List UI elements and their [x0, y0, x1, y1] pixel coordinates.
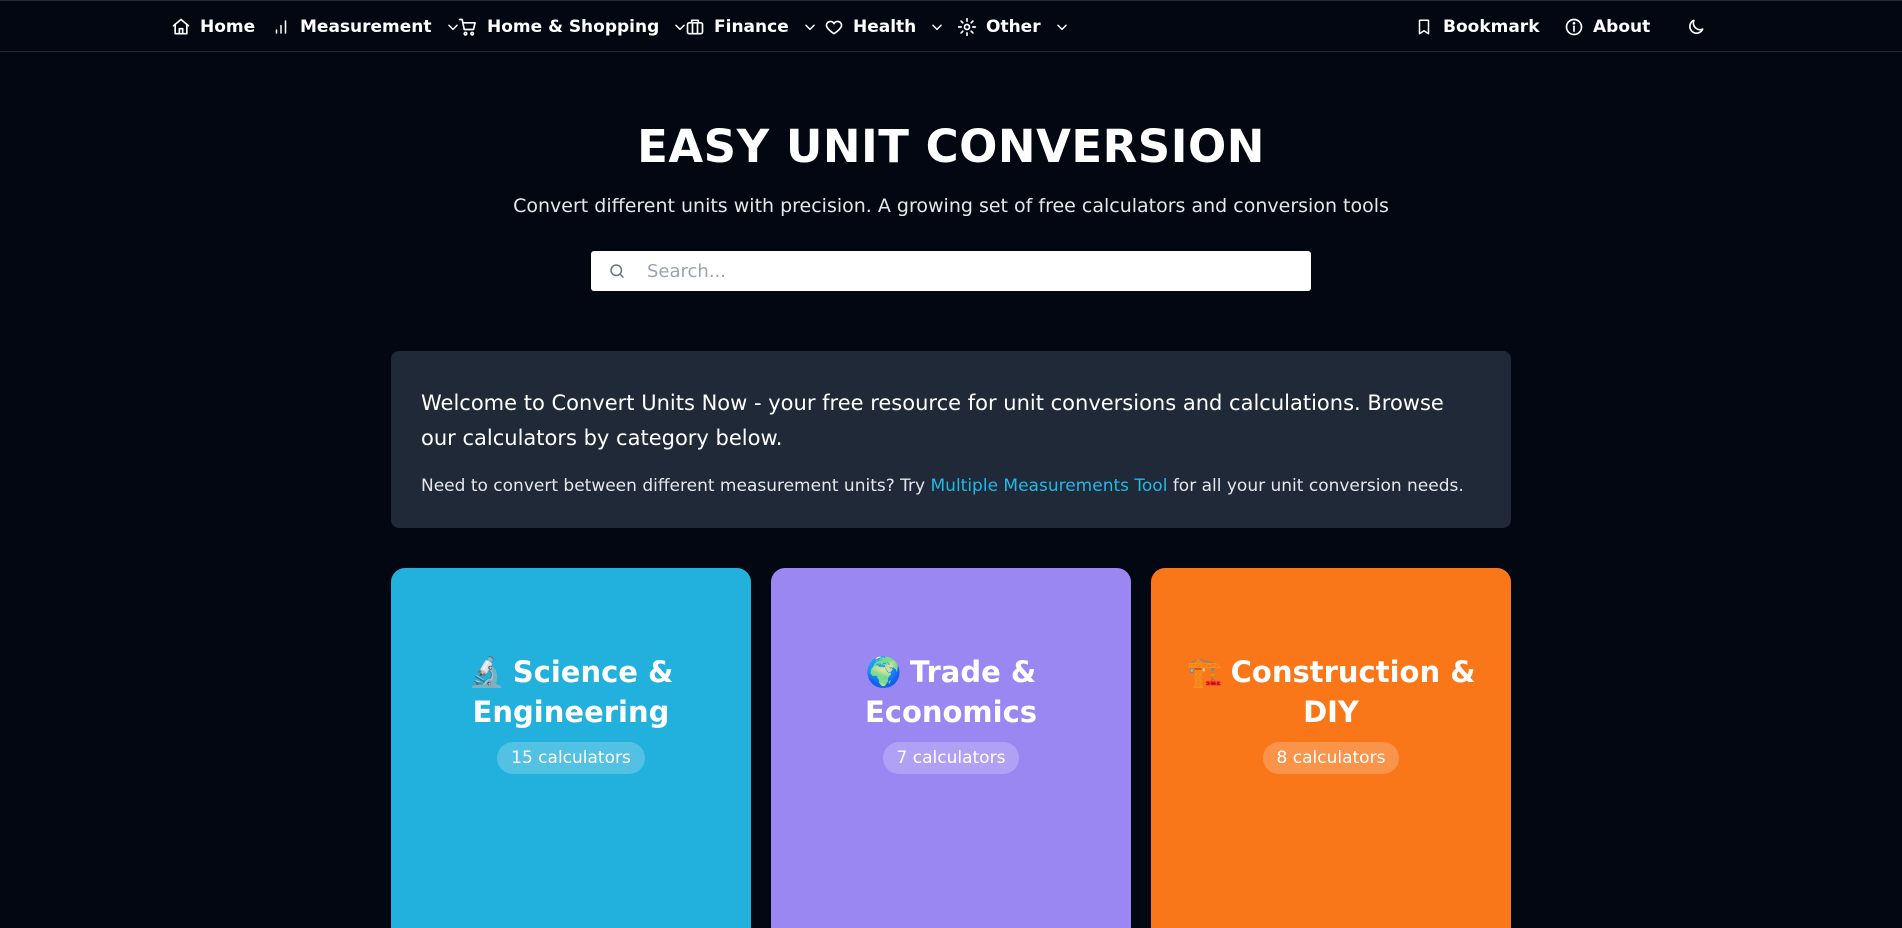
calculator-count-badge: 8 calculators — [1262, 742, 1400, 774]
calculator-count-badge: 15 calculators — [497, 742, 645, 774]
category-title: 🔬 Science & Engineering — [391, 652, 751, 732]
category-card-trade-economics[interactable]: 🌍 Trade & Economics 7 calculators — [771, 568, 1131, 928]
category-title-text: Construction & DIY — [1230, 655, 1476, 729]
top-navigation: Home Measurement Home & Shopping Finance — [0, 0, 1902, 52]
nav-health[interactable]: Health — [823, 1, 944, 53]
home-icon — [170, 16, 192, 38]
moon-icon — [1685, 16, 1707, 38]
category-card-construction-diy[interactable]: 🏗️ Construction & DIY 8 calculators — [1151, 568, 1511, 928]
nav-health-label: Health — [853, 17, 917, 37]
construction-icon: 🏗️ — [1186, 655, 1223, 689]
heart-icon — [823, 16, 845, 38]
nav-other-label: Other — [986, 17, 1041, 37]
nav-home-shopping[interactable]: Home & Shopping — [457, 1, 687, 53]
search-input[interactable] — [645, 251, 1311, 291]
category-card-science-engineering[interactable]: 🔬 Science & Engineering 15 calculators — [391, 568, 751, 928]
globe-icon: 🌍 — [865, 655, 902, 689]
nav-measurement-label: Measurement — [300, 17, 432, 37]
page-title: EASY UNIT CONVERSION — [637, 120, 1265, 173]
nav-bookmark-label: Bookmark — [1443, 17, 1540, 37]
welcome-note-suffix: for all your unit conversion needs. — [1167, 476, 1464, 496]
briefcase-icon — [684, 16, 706, 38]
category-title: 🌍 Trade & Economics — [771, 652, 1131, 732]
nav-measurement[interactable]: Measurement — [270, 1, 460, 53]
welcome-text: Welcome to Convert Units Now - your free… — [421, 391, 1444, 450]
nav-finance-label: Finance — [714, 17, 789, 37]
nav-home-label: Home — [200, 17, 256, 37]
microscope-icon: 🔬 — [468, 655, 505, 689]
info-icon — [1563, 16, 1585, 38]
multiple-measurements-link[interactable]: Multiple Measurements Tool — [931, 476, 1168, 496]
category-title: 🏗️ Construction & DIY — [1151, 652, 1511, 732]
welcome-panel: Welcome to Convert Units Now - your free… — [391, 351, 1511, 528]
chevron-down-icon — [803, 20, 817, 34]
nav-about[interactable]: About — [1563, 1, 1650, 53]
welcome-note-prefix: Need to convert between different measur… — [421, 476, 931, 496]
nav-finance[interactable]: Finance — [684, 1, 817, 53]
welcome-note: Need to convert between different measur… — [421, 476, 1481, 496]
bar-chart-icon — [270, 16, 292, 38]
cart-icon — [457, 16, 479, 38]
nav-about-label: About — [1593, 17, 1651, 37]
search-icon — [607, 261, 627, 281]
chevron-down-icon — [930, 20, 944, 34]
theme-toggle-button[interactable] — [1685, 1, 1715, 53]
nav-bookmark[interactable]: Bookmark — [1413, 1, 1540, 53]
page-subtitle: Convert different units with precision. … — [513, 195, 1389, 217]
chevron-down-icon — [1055, 20, 1069, 34]
nav-home-shopping-label: Home & Shopping — [487, 17, 660, 37]
nav-other[interactable]: Other — [956, 1, 1069, 53]
gear-icon — [956, 16, 978, 38]
calculator-count-badge: 7 calculators — [882, 742, 1020, 774]
search-bar — [591, 251, 1311, 291]
nav-home[interactable]: Home — [170, 1, 255, 53]
bookmark-icon — [1413, 16, 1435, 38]
